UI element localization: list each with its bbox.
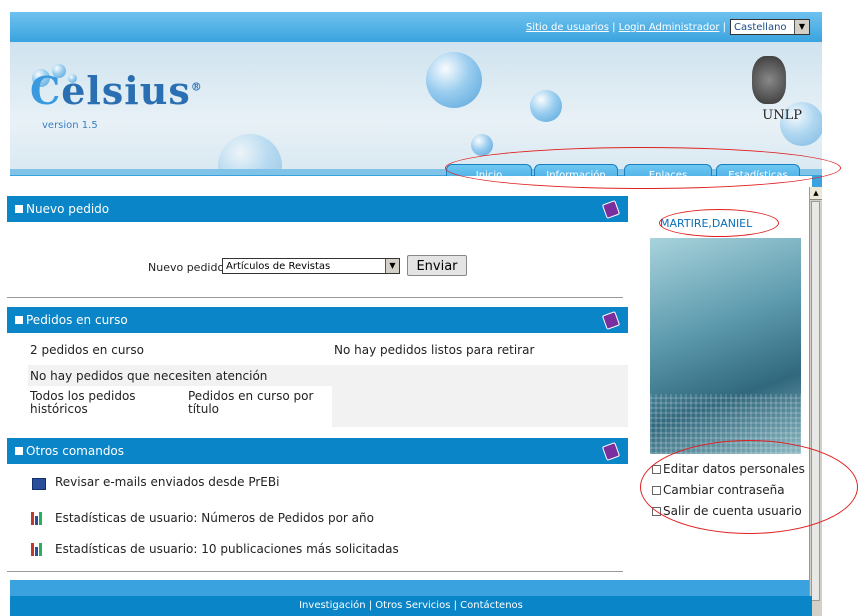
users-site-link[interactable]: Sitio de usuarios <box>526 22 609 33</box>
other-commands-title: Otros comandos <box>26 444 125 458</box>
bar-chart-icon <box>31 511 44 525</box>
scroll-thumb[interactable] <box>811 201 820 601</box>
command-top-publications[interactable]: Estadísticas de usuario: 10 publicacione… <box>55 542 399 556</box>
other-commands-header: Otros comandos <box>7 438 628 464</box>
user-photo <box>650 238 801 454</box>
order-type-select[interactable]: Artículos de Revistas ▼ <box>222 258 400 274</box>
history-orders-link[interactable]: Todos los pedidos históricos <box>30 390 170 416</box>
unlp-seal-icon <box>752 56 786 104</box>
command-review-emails[interactable]: Revisar e-mails enviados desde PrEBi <box>55 475 279 489</box>
chevron-down-icon[interactable]: ▼ <box>794 20 809 34</box>
language-selected: Castellano <box>734 22 787 33</box>
square-bullet-icon <box>15 316 23 324</box>
square-bullet-icon <box>15 205 23 213</box>
annotation-ellipse-username <box>659 209 779 237</box>
divider <box>7 571 623 572</box>
top-links: Sitio de usuarios | Login Administrador … <box>526 22 726 33</box>
scroll-up-icon[interactable]: ▲ <box>810 187 822 200</box>
logo-letter: C <box>30 68 62 113</box>
bubble-decoration <box>471 134 493 156</box>
book-icon[interactable] <box>601 200 621 219</box>
orders-attention: No hay pedidos que necesiten atención <box>30 369 268 383</box>
command-stats-per-year[interactable]: Estadísticas de usuario: Números de Pedi… <box>55 511 374 525</box>
vertical-scrollbar[interactable]: ▲ <box>809 187 822 616</box>
annotation-ellipse-user-links <box>640 440 858 534</box>
square-bullet-icon <box>15 447 23 455</box>
separator: | <box>722 22 726 33</box>
chevron-down-icon[interactable]: ▼ <box>385 259 399 273</box>
top-bar: Sitio de usuarios | Login Administrador … <box>10 12 822 42</box>
bar-chart-icon <box>31 542 44 556</box>
separator: | <box>612 22 616 33</box>
new-order-label: Nuevo pedido <box>148 261 225 274</box>
book-icon[interactable] <box>601 311 621 330</box>
divider <box>7 297 623 298</box>
order-type-selected: Artículos de Revistas <box>226 261 331 272</box>
footer-links[interactable]: Investigación | Otros Servicios | Contác… <box>10 596 812 616</box>
logo-text: elsius <box>61 68 191 113</box>
orders-ready: No hay pedidos listos para retirar <box>334 343 535 357</box>
orders-title: Pedidos en curso <box>26 313 128 327</box>
new-order-header: Nuevo pedido <box>7 196 628 222</box>
bubble-decoration <box>426 52 482 108</box>
mail-icon <box>32 478 46 490</box>
orders-by-title-link[interactable]: Pedidos en curso por título <box>188 390 328 416</box>
annotation-ellipse-tabs <box>445 147 841 189</box>
new-order-title: Nuevo pedido <box>26 202 110 216</box>
admin-login-link[interactable]: Login Administrador <box>619 22 720 33</box>
orders-header: Pedidos en curso <box>7 307 628 333</box>
logo-registered: ® <box>190 80 203 94</box>
logo-version: version 1.5 <box>42 120 98 131</box>
orders-count: 2 pedidos en curso <box>30 343 144 357</box>
book-icon[interactable] <box>601 442 621 461</box>
celsius-logo: Celsius® version 1.5 <box>30 68 203 131</box>
language-select[interactable]: Castellano ▼ <box>730 19 810 35</box>
send-button[interactable]: Enviar <box>407 255 467 276</box>
institution-label: UNLP <box>762 108 802 123</box>
bubble-decoration <box>530 90 562 122</box>
